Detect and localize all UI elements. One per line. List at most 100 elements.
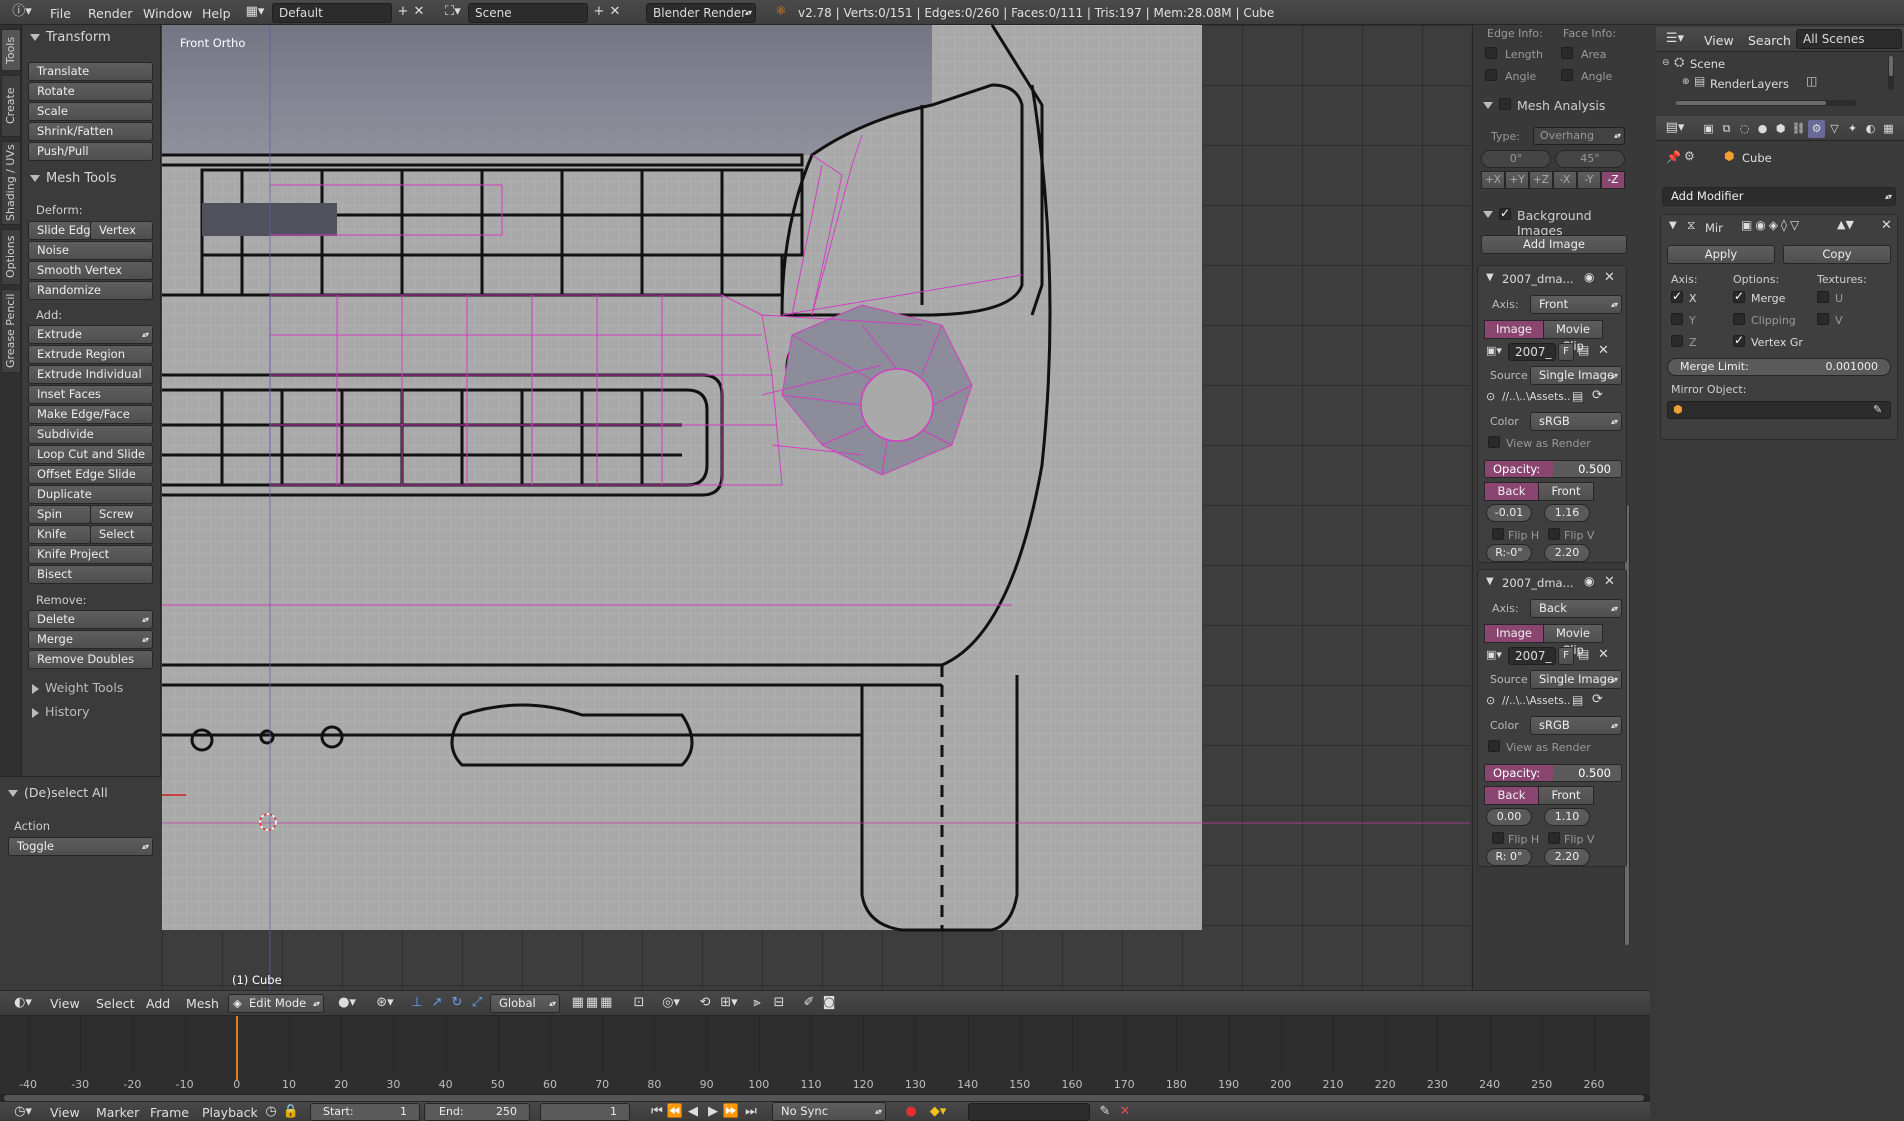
randomize-button[interactable]: Randomize — [28, 281, 153, 300]
play-reverse-icon[interactable]: ◀ — [684, 1102, 702, 1121]
outliner-renderlayers-item[interactable]: RenderLayers — [1710, 77, 1789, 91]
properties-tab-icon[interactable]: ⬢ — [1772, 120, 1789, 138]
snap-target-icon[interactable]: ⫸ — [748, 993, 766, 1013]
scale-button[interactable]: Scale — [28, 102, 153, 121]
timeline-marker-menu[interactable]: Marker — [96, 1105, 139, 1120]
jump-end-icon[interactable]: ⏭ — [742, 1102, 760, 1121]
tab-create[interactable]: Create — [1, 75, 21, 137]
timeline-view-menu[interactable]: View — [50, 1105, 80, 1120]
subdivide-button[interactable]: Subdivide — [28, 425, 153, 444]
tab-options[interactable]: Options — [1, 229, 21, 285]
jump-keyframe-forward-icon[interactable]: ⏩ — [722, 1102, 740, 1121]
image-browse-icon[interactable]: ▣▾ — [1486, 648, 1502, 661]
image-remove-icon[interactable]: ✕ — [1604, 270, 1615, 285]
image-open-icon[interactable]: ▤ — [1578, 647, 1589, 661]
add-modifier-select[interactable]: Add Modifier — [1662, 187, 1896, 206]
extrude-region-button[interactable]: Extrude Region — [28, 345, 153, 364]
analysis-axis-6[interactable]: -Z — [1601, 171, 1625, 189]
image-unlink-icon[interactable]: ✕ — [1598, 647, 1609, 662]
front-toggle[interactable]: Front — [1538, 482, 1594, 501]
image-source-select[interactable]: Single Image — [1530, 366, 1622, 385]
opacity-slider[interactable]: Opacity: 0.500 — [1484, 764, 1622, 782]
image-reload-icon[interactable]: ⟳ — [1592, 692, 1603, 707]
renderlayers-expand-icon[interactable]: ⊕ — [1682, 77, 1690, 87]
viewport-shading-icon[interactable]: ●▾ — [334, 993, 360, 1013]
properties-tab-icon[interactable]: ● — [1754, 120, 1771, 138]
start-frame-field[interactable]: Start: 1 — [310, 1103, 420, 1121]
transform-orientation-select[interactable]: Global — [490, 994, 560, 1013]
tab-grease-pencil[interactable]: Grease Pencil — [1, 289, 21, 373]
bisect-button[interactable]: Bisect — [28, 565, 153, 584]
clipping-checkbox[interactable] — [1733, 313, 1745, 325]
noise-button[interactable]: Noise — [28, 241, 153, 260]
mirror-x-checkbox[interactable] — [1671, 289, 1683, 303]
eyedropper-icon[interactable]: ✎ — [1873, 403, 1882, 416]
image-size-field[interactable]: 2.20 — [1544, 848, 1590, 866]
render-engine-select[interactable]: Blender Render — [646, 3, 756, 23]
analysis-axis-3[interactable]: +Z — [1529, 171, 1553, 189]
rotate-button[interactable]: Rotate — [28, 82, 153, 101]
keying-set-icon[interactable]: ◆▾ — [924, 1102, 952, 1121]
analysis-max-angle[interactable]: 45° — [1555, 150, 1625, 168]
apply-modifier-button[interactable]: Apply — [1667, 245, 1775, 264]
image-file-field[interactable]: 2007_ — [1508, 343, 1556, 361]
operator-panel-header[interactable]: (De)select All — [8, 785, 108, 800]
screen-layout-field[interactable]: Default — [272, 3, 392, 23]
texture-u-checkbox[interactable] — [1817, 291, 1829, 303]
image-size-field[interactable]: 2.20 — [1544, 544, 1590, 562]
vertex-groups-checkbox[interactable] — [1733, 333, 1745, 347]
image-open-icon[interactable]: ▤ — [1578, 343, 1589, 357]
transform-panel-header[interactable]: Transform — [30, 30, 111, 45]
smooth-vertex-button[interactable]: Smooth Vertex — [28, 261, 153, 280]
play-icon[interactable]: ▶ — [704, 1102, 722, 1121]
analysis-axis-1[interactable]: +X — [1481, 171, 1505, 189]
delete-select[interactable]: Delete — [28, 610, 153, 629]
properties-tab-icon[interactable]: ◌ — [1736, 120, 1753, 138]
view-menu[interactable]: View — [50, 996, 80, 1011]
background-images-header[interactable] — [1483, 207, 1499, 222]
outliner-search-menu[interactable]: Search — [1748, 33, 1791, 48]
image-file-field[interactable]: 2007_ — [1508, 647, 1556, 665]
select-mode-icon[interactable]: ⊡ — [630, 993, 648, 1013]
properties-tab-icon[interactable]: ⛓ — [1790, 120, 1807, 138]
proportional-edit-icon[interactable]: ◎▾ — [658, 993, 684, 1013]
texture-v-checkbox[interactable] — [1817, 313, 1829, 325]
image-collapse-icon[interactable]: ▼ — [1486, 576, 1494, 587]
view-as-render-checkbox[interactable] — [1488, 436, 1500, 448]
image-path-browse-icon[interactable]: ▤ — [1572, 389, 1583, 403]
image-rotation-field[interactable]: R: 0° — [1486, 848, 1532, 866]
translate-button[interactable]: Translate — [28, 62, 153, 81]
edge-length-checkbox[interactable] — [1485, 47, 1497, 59]
timeline[interactable]: -40 -30 -20 -10 0 10 20 30 40 50 60 70 80 90 100 110 120… — [0, 1016, 1650, 1103]
menu-render[interactable]: Render — [88, 6, 133, 21]
vertex-slide-button[interactable]: Vertex — [90, 221, 153, 240]
select-menu[interactable]: Select — [96, 996, 135, 1011]
merge-limit-field[interactable]: Merge Limit: 0.001000 — [1667, 358, 1891, 376]
render-preview-icon[interactable]: ✐ — [800, 993, 818, 1013]
manipulator-icon[interactable]: ⊥ — [408, 993, 426, 1013]
3d-viewport[interactable]: Front Ortho (1) Cube — [162, 25, 1470, 990]
analysis-axis-5[interactable]: -Y — [1577, 171, 1601, 189]
3d-editor-type-icon[interactable]: ◐▾ — [10, 993, 36, 1013]
image-rotation-field[interactable]: R:-0° — [1486, 544, 1532, 562]
outliner-scene-item[interactable]: Scene — [1690, 57, 1725, 71]
mirror-y-checkbox[interactable] — [1671, 313, 1683, 325]
menu-help[interactable]: Help — [202, 6, 231, 21]
background-images-checkbox[interactable] — [1499, 206, 1511, 220]
flip-v-checkbox[interactable] — [1548, 832, 1560, 844]
pin-icon[interactable]: 📌 — [1666, 150, 1681, 164]
image-color-select[interactable]: sRGB — [1530, 716, 1622, 735]
properties-tab-icon[interactable]: ◐ — [1862, 120, 1879, 138]
timeline-editor-icon[interactable]: ◷▾ — [10, 1102, 36, 1121]
inset-faces-button[interactable]: Inset Faces — [28, 385, 153, 404]
tab-tools[interactable]: Tools — [1, 29, 21, 71]
end-frame-field[interactable]: End: 250 — [424, 1103, 530, 1121]
image-remove-icon[interactable]: ✕ — [1604, 574, 1615, 589]
front-toggle[interactable]: Front — [1538, 786, 1594, 805]
info-editor-icon[interactable]: ⓘ▾ — [8, 2, 36, 22]
layout-icon[interactable]: ▦▾ — [242, 2, 268, 22]
flip-h-checkbox[interactable] — [1492, 528, 1504, 540]
image-name-label[interactable]: 2007_dma... — [1502, 576, 1574, 590]
current-frame-field[interactable]: 1 — [540, 1103, 630, 1121]
modifier-remove-icon[interactable]: ✕ — [1881, 218, 1892, 233]
